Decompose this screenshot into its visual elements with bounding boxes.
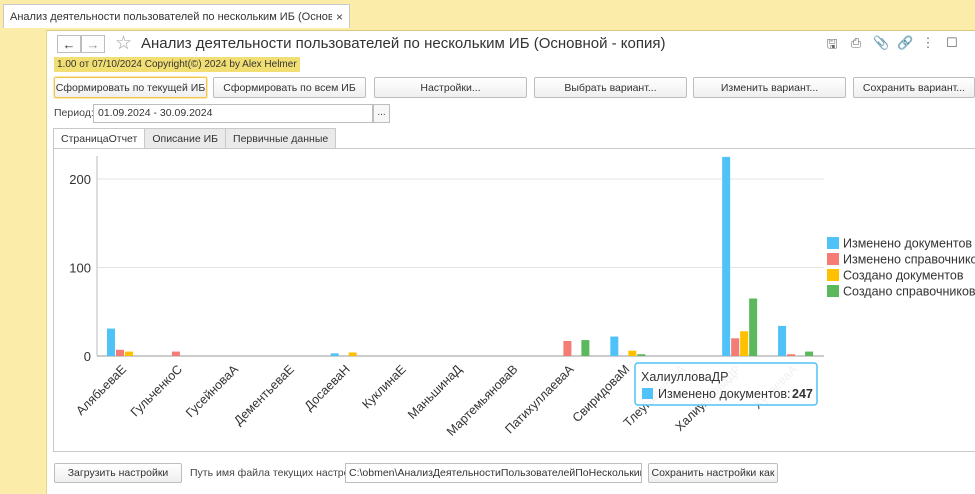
- chart-bar: [125, 351, 133, 356]
- chart-bar: [749, 298, 758, 356]
- version-label: 1.00 от 07/10/2024 Copyright(©) 2024 by …: [54, 57, 300, 72]
- chart-bar: [722, 156, 731, 356]
- settings-path-field[interactable]: C:\obmen\АнализДеятельностиПользователей…: [345, 463, 642, 483]
- chart-bar: [107, 328, 115, 356]
- chart-bar: [330, 353, 339, 356]
- window-tabbar: Анализ деятельности пользователей по нес…: [0, 0, 975, 31]
- save-settings-as-button[interactable]: Сохранить настройки как: [648, 463, 778, 483]
- attach-icon[interactable]: 📎: [873, 35, 889, 57]
- x-tick-label: МаньшинаД: [405, 362, 465, 422]
- select-variant-button[interactable]: Выбрать вариант...: [534, 77, 687, 98]
- chart-bar: [740, 331, 749, 356]
- report-form: ← → ☆ Анализ деятельности пользователей …: [47, 31, 975, 494]
- close-icon[interactable]: ×: [336, 10, 343, 24]
- left-panel: [0, 30, 47, 494]
- chart-bar: [610, 336, 619, 356]
- y-tick-label: 200: [69, 172, 91, 187]
- chart-bar: [563, 340, 572, 356]
- x-tick-label: АлябьеваЕ: [73, 362, 129, 418]
- y-tick-label: 100: [69, 261, 91, 276]
- link-icon[interactable]: 🔗: [897, 35, 913, 57]
- save-variant-button[interactable]: Сохранить вариант...: [853, 77, 975, 98]
- y-tick-label: 0: [84, 349, 91, 364]
- tab-report[interactable]: Анализ деятельности пользователей по нес…: [3, 4, 350, 28]
- chart-bar: [116, 349, 124, 356]
- settings-button[interactable]: Настройки...: [374, 77, 527, 98]
- generate-current-button[interactable]: Сформировать по текущей ИБ: [54, 77, 207, 98]
- back-button[interactable]: ←: [57, 35, 81, 53]
- tab-primary-data[interactable]: Первичные данные: [225, 128, 337, 149]
- legend-label: Изменено справочников: [843, 253, 975, 267]
- chart-bar: [348, 352, 357, 356]
- period-select-button[interactable]: ...: [373, 104, 390, 123]
- chart-bar: [637, 354, 646, 356]
- maximize-icon[interactable]: ☐: [945, 35, 959, 57]
- chart-bar: [731, 338, 740, 356]
- chart-bar: [787, 354, 796, 356]
- tab-ib-description[interactable]: Описание ИБ: [144, 128, 226, 149]
- x-tick-label: СвиридоваМ: [570, 362, 633, 425]
- legend-label: Изменено документов: [843, 237, 972, 251]
- print-icon[interactable]: ⎙: [849, 35, 863, 57]
- legend-swatch: [827, 253, 839, 265]
- legend-swatch: [827, 269, 839, 281]
- window-toolbar-icons: 🖫 ⎙ 📎 🔗 ⋮ ☐: [825, 35, 959, 57]
- chart-area: 0 100 200 АлябьеваЕ ГульченкоС ГусейноваА Деме…: [53, 148, 975, 452]
- bar-chart: 0 100 200 АлябьеваЕГульченкоСГусейноваАДеме…: [69, 156, 975, 439]
- x-tick-label: ГульченкоС: [128, 362, 185, 419]
- chart-bar: [805, 351, 814, 356]
- tab-title: Анализ деятельности пользователей по нес…: [10, 10, 332, 23]
- chart-bar: [581, 340, 590, 356]
- tooltip-series-label: Изменено документов:: [658, 387, 791, 401]
- page-title: Анализ деятельности пользователей по нес…: [141, 35, 666, 52]
- x-tick-label: ДосаеваН: [302, 362, 353, 413]
- forward-button[interactable]: →: [81, 35, 105, 53]
- save-icon[interactable]: 🖫: [825, 35, 839, 57]
- legend-label: Создано документов: [843, 269, 964, 283]
- x-tick-label: ДементьеваЕ: [231, 362, 297, 428]
- generate-all-button[interactable]: Сформировать по всем ИБ: [213, 77, 366, 98]
- period-field[interactable]: 01.09.2024 - 30.09.2024: [93, 104, 373, 123]
- tooltip-value: 247: [792, 387, 813, 401]
- more-icon[interactable]: ⋮: [921, 35, 935, 57]
- x-tick-label: ГусейноваА: [183, 362, 241, 420]
- settings-path-label: Путь имя файла текущих настроек:: [190, 467, 363, 479]
- x-tick-label: КуклинаЕ: [360, 362, 409, 411]
- chart-bar: [778, 325, 787, 356]
- load-settings-button[interactable]: Загрузить настройки: [54, 463, 182, 483]
- chart-bar: [171, 351, 180, 356]
- tooltip-title: ХалиулловаДР: [641, 370, 728, 384]
- legend-swatch: [827, 237, 839, 249]
- tooltip-swatch: [642, 388, 653, 399]
- chart-bar: [628, 350, 637, 356]
- legend-label: Создано справочников: [843, 285, 975, 299]
- legend-swatch: [827, 285, 839, 297]
- tab-report-page[interactable]: СтраницаОтчет: [53, 128, 145, 149]
- period-label: Период:: [54, 107, 94, 119]
- favorite-star-icon[interactable]: ☆: [115, 32, 132, 55]
- change-variant-button[interactable]: Изменить вариант...: [693, 77, 846, 98]
- page-tabs: СтраницаОтчет Описание ИБ Первичные данн…: [53, 128, 337, 149]
